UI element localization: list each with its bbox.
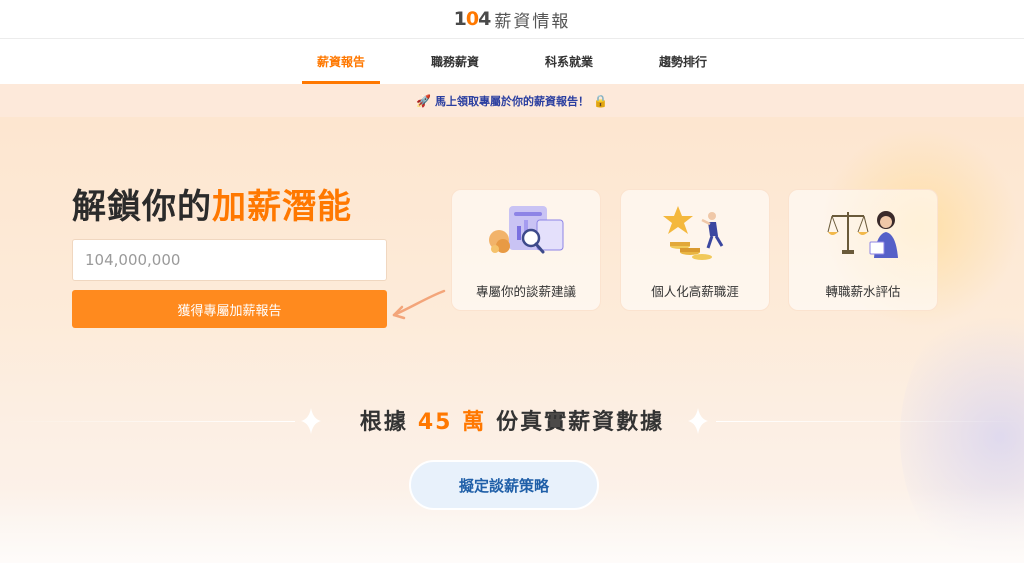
career-star-stairs-icon — [663, 206, 724, 260]
feature-card-negotiation[interactable]: 專屬你的談薪建議 — [451, 189, 601, 311]
feature-label: 個人化高薪職涯 — [651, 284, 739, 299]
promo-text: 馬上領取專屬於你的薪資報告！ — [435, 94, 589, 108]
feature-label: 轉職薪水評估 — [825, 284, 901, 299]
logo-104: 104 — [453, 8, 492, 30]
lock-icon: 🔒 — [593, 93, 608, 108]
feature-card-career[interactable]: 個人化高薪職涯 — [620, 189, 770, 311]
tab-department-employment[interactable]: 科系就業 — [512, 39, 626, 84]
brand-name: 薪資情報 — [494, 11, 571, 32]
get-report-button[interactable]: 獲得專屬加薪報告 — [72, 290, 387, 328]
negotiation-strategy-button[interactable]: 擬定談薪策略 — [409, 460, 599, 510]
stats-row: 根據 45 萬 份真實薪資數據 — [0, 395, 1024, 445]
salary-input[interactable] — [72, 239, 387, 281]
stats-text: 根據 45 萬 份真實薪資數據 — [359, 410, 665, 435]
tab-job-salary[interactable]: 職務薪資 — [398, 39, 512, 84]
site-header: 104 薪資情報 — [0, 0, 1024, 39]
brand-logo-link[interactable]: 104 薪資情報 — [454, 7, 571, 32]
feature-card-evaluation[interactable]: 轉職薪水評估 — [788, 189, 938, 311]
rocket-icon: 🚀 — [416, 93, 431, 108]
promo-banner[interactable]: 🚀 馬上領取專屬於你的薪資報告！ 🔒 — [0, 84, 1024, 117]
tab-trend-ranking[interactable]: 趨勢排行 — [626, 39, 740, 84]
feature-label: 專屬你的談薪建議 — [475, 284, 576, 299]
curved-arrow-icon — [392, 289, 446, 320]
hero-section: 解鎖你的加薪潛能 獲得專屬加薪報告 專屬你的談薪建議 — [0, 117, 1024, 563]
report-analysis-icon — [489, 206, 564, 254]
hero-title: 解鎖你的加薪潛能 — [72, 187, 352, 227]
main-nav: 薪資報告 職務薪資 科系就業 趨勢排行 — [0, 39, 1024, 84]
scales-evaluation-icon — [827, 211, 898, 258]
tab-salary-report[interactable]: 薪資報告 — [284, 39, 398, 84]
